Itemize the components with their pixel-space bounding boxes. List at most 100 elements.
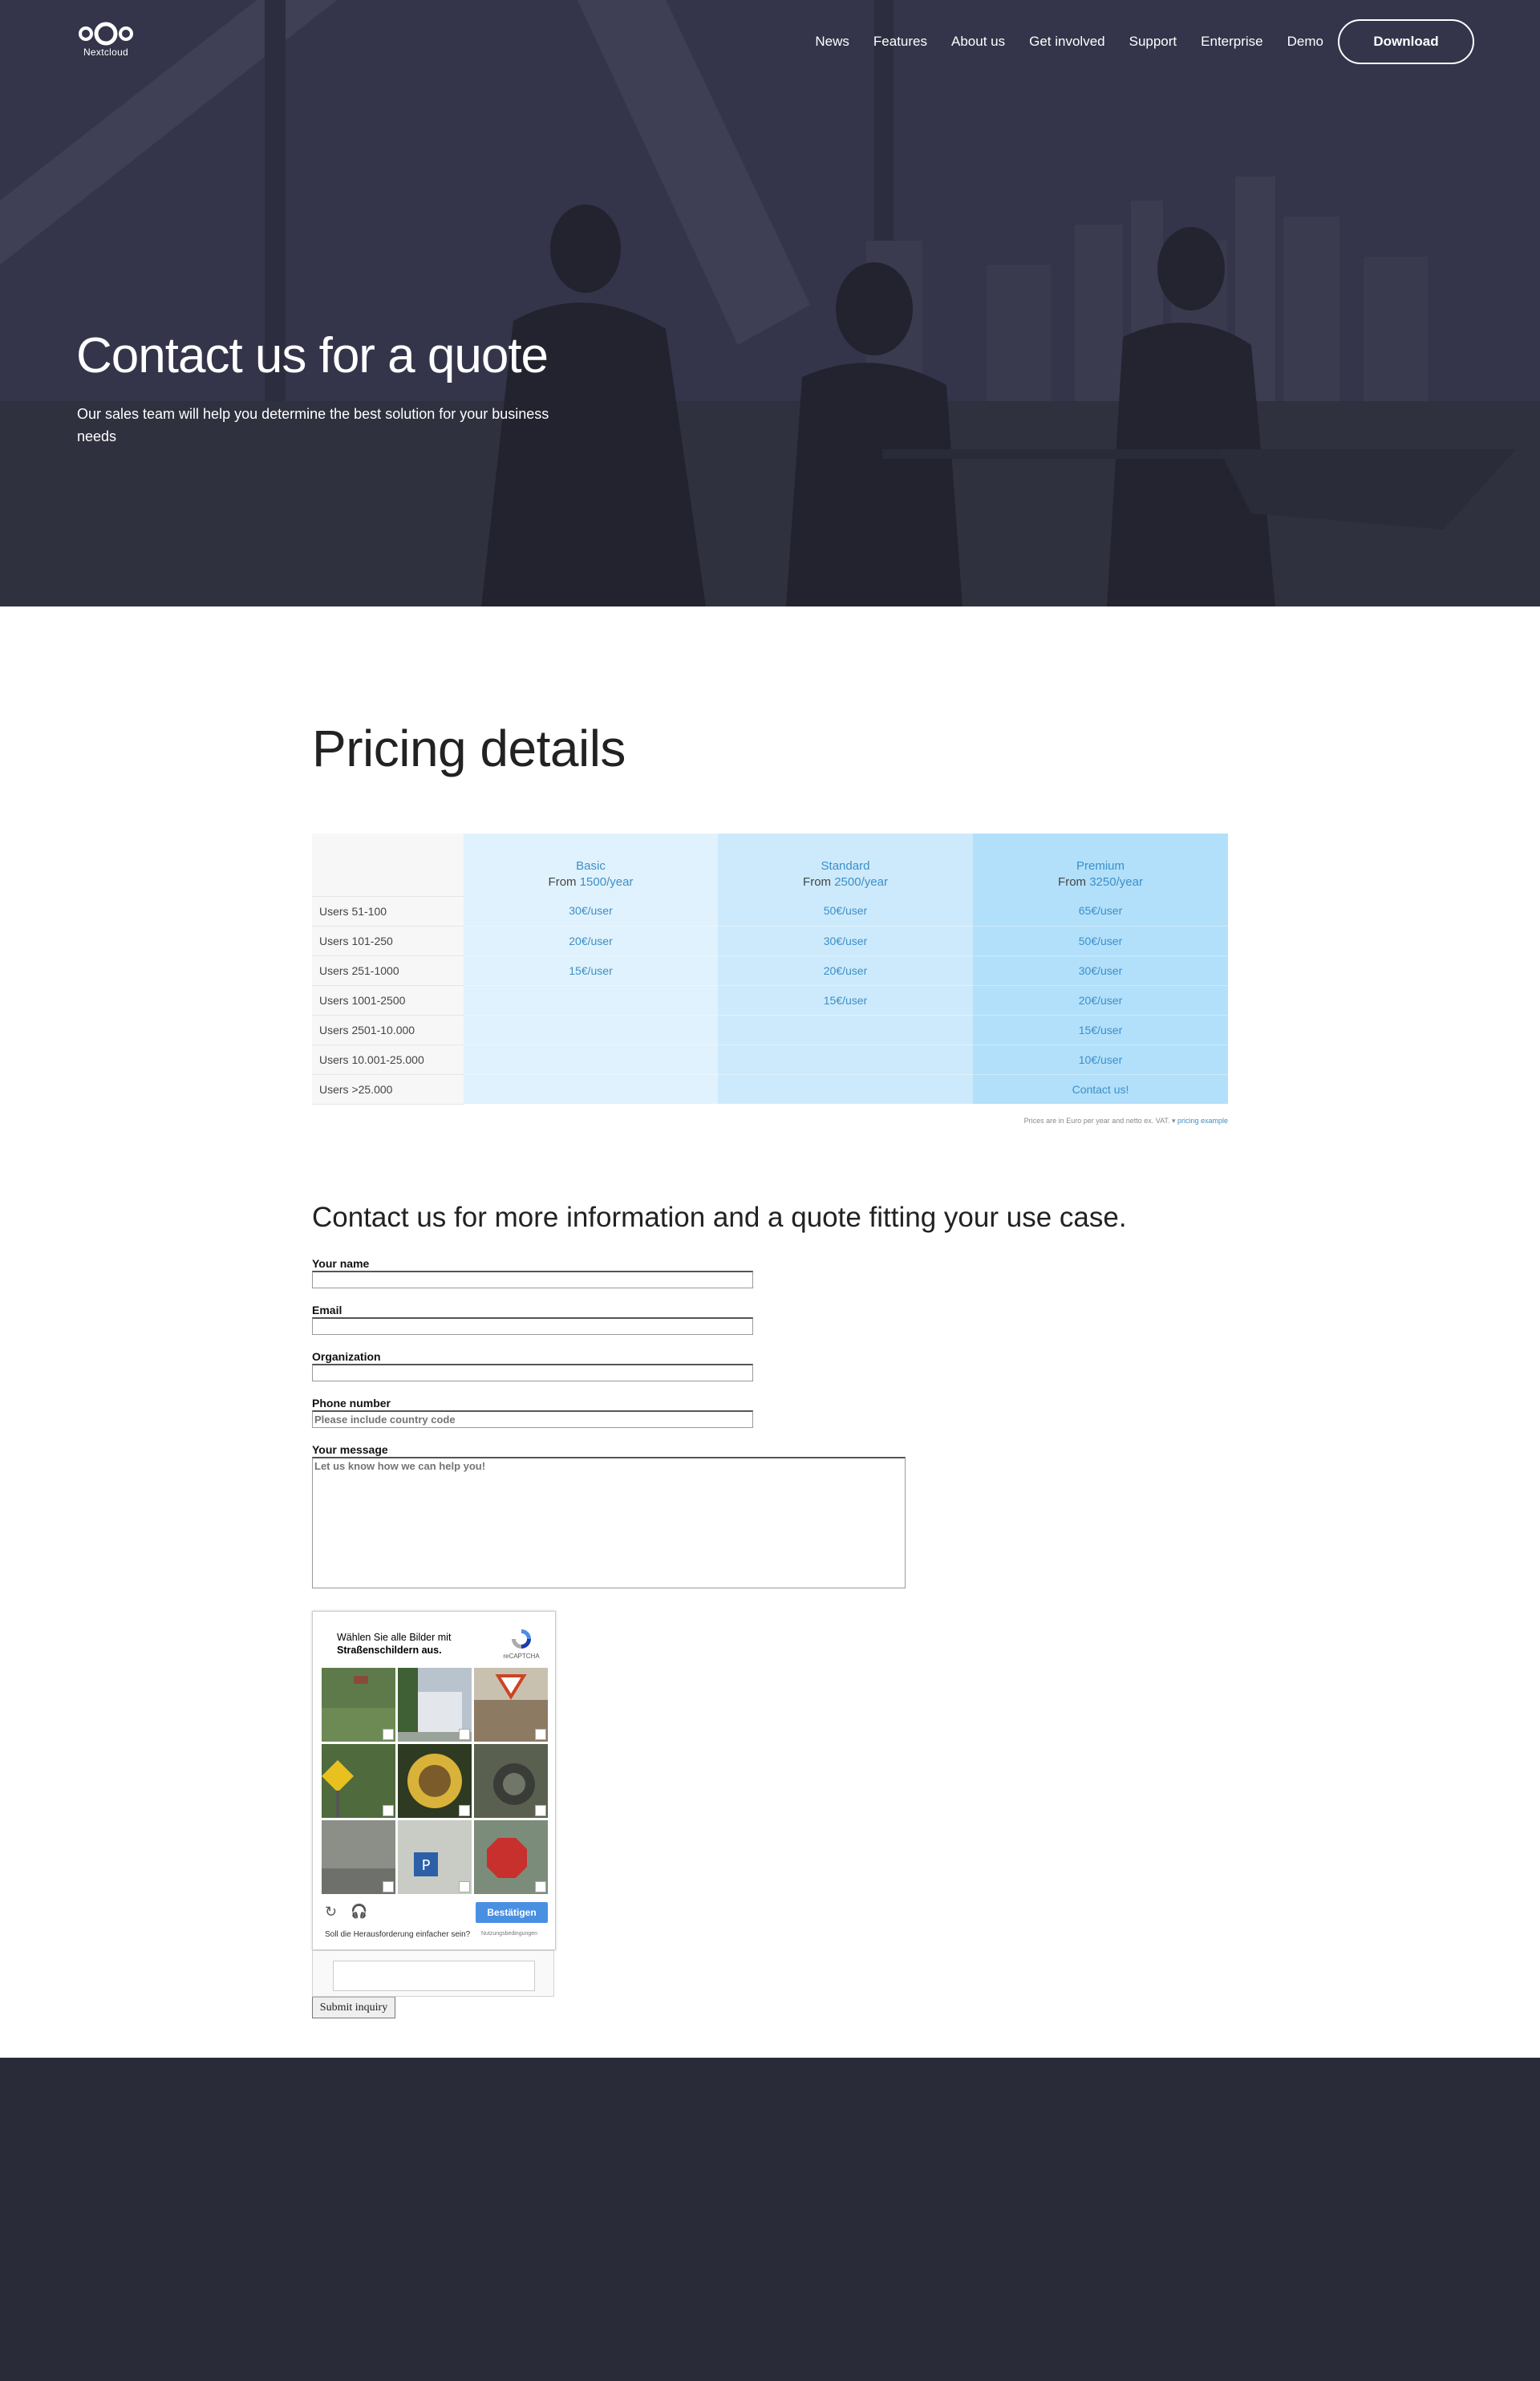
tile-checkbox[interactable] — [535, 1805, 546, 1816]
basic-cell: 20€/user — [464, 926, 718, 956]
nav-about-us[interactable]: About us — [951, 34, 1005, 50]
tile-checkbox[interactable] — [383, 1881, 394, 1892]
table-row: Users 251-1000 15€/user 20€/user 30€/use… — [312, 955, 1228, 986]
row-label: Users >25.000 — [312, 1074, 464, 1105]
basic-cell: 30€/user — [464, 896, 718, 927]
standard-cell: 30€/user — [718, 926, 973, 956]
plan-price: 2500/year — [834, 875, 888, 889]
table-row: Users 2501-10.000 15€/user — [312, 1015, 1228, 1045]
nav-enterprise[interactable]: Enterprise — [1201, 34, 1262, 50]
standard-cell: 50€/user — [718, 896, 973, 927]
tile-checkbox[interactable] — [459, 1805, 470, 1816]
contact-title: Contact us for more information and a qu… — [312, 1202, 1127, 1233]
audio-icon[interactable]: 🎧 — [351, 1904, 367, 1920]
captcha-tile[interactable] — [322, 1668, 395, 1742]
plan-price: 1500/year — [579, 875, 634, 889]
tile-checkbox[interactable] — [535, 1881, 546, 1892]
standard-cell — [718, 1074, 973, 1105]
basic-cell — [464, 1074, 718, 1105]
hero-subtitle: Our sales team will help you determine t… — [77, 406, 549, 444]
table-row: Users >25.000 Contact us! — [312, 1074, 1228, 1105]
plan-premium-header: Premium From 3250/year — [973, 834, 1228, 896]
recaptcha-logo: reCAPTCHA — [503, 1627, 540, 1660]
row-label: Users 1001-2500 — [312, 985, 464, 1016]
captcha-image-grid: P — [322, 1668, 548, 1894]
contact-form: Your name Email Organization Phone numbe… — [312, 1256, 954, 1588]
nav-news[interactable]: News — [815, 34, 849, 50]
premium-cell: 50€/user — [973, 926, 1228, 956]
basic-cell — [464, 1044, 718, 1075]
nav-features[interactable]: Features — [873, 34, 927, 50]
name-field[interactable] — [312, 1271, 753, 1288]
captcha-tile[interactable] — [474, 1820, 548, 1894]
table-row: Users 10.001-25.000 10€/user — [312, 1044, 1228, 1075]
message-field[interactable] — [312, 1457, 906, 1588]
nav-support[interactable]: Support — [1129, 34, 1177, 50]
captcha-confirm-button[interactable]: Bestätigen — [476, 1902, 548, 1923]
hero-background-image — [0, 0, 1540, 606]
main-nav: News Features About us Get involved Supp… — [815, 19, 1474, 64]
download-button[interactable]: Download — [1338, 19, 1474, 64]
premium-cell: 30€/user — [973, 955, 1228, 986]
message-label: Your message — [312, 1443, 388, 1456]
standard-cell — [718, 1044, 973, 1075]
plan-name: Standard — [821, 859, 870, 873]
tile-checkbox[interactable] — [459, 1729, 470, 1740]
tile-checkbox[interactable] — [383, 1729, 394, 1740]
captcha-instruction: Wählen Sie alle Bilder mit Straßenschild… — [337, 1631, 497, 1657]
name-label: Your name — [312, 1257, 370, 1270]
tile-checkbox[interactable] — [459, 1881, 470, 1892]
captcha-tile[interactable] — [398, 1744, 472, 1818]
basic-cell — [464, 985, 718, 1016]
email-field[interactable] — [312, 1317, 753, 1335]
standard-cell: 15€/user — [718, 985, 973, 1016]
captcha-terms-link[interactable]: Nutzungsbedingungen — [481, 1931, 537, 1937]
premium-cell[interactable]: Contact us! — [973, 1074, 1228, 1105]
pricing-header-row: Basic From 1500/year Standard From 2500/… — [312, 834, 1228, 897]
reload-icon[interactable]: ↻ — [325, 1904, 337, 1921]
captcha-tile[interactable] — [322, 1820, 395, 1894]
captcha-easier-link[interactable]: Soll die Herausforderung einfacher sein? — [325, 1930, 470, 1939]
row-label: Users 10.001-25.000 — [312, 1044, 464, 1075]
basic-cell: 15€/user — [464, 955, 718, 986]
captcha-tile[interactable]: P — [398, 1820, 472, 1894]
organization-field[interactable] — [312, 1364, 753, 1381]
captcha-tile[interactable] — [474, 1668, 548, 1742]
table-row: Users 51-100 30€/user 50€/user 65€/user — [312, 896, 1228, 927]
phone-label: Phone number — [312, 1397, 391, 1410]
recaptcha-challenge: Wählen Sie alle Bilder mit Straßenschild… — [312, 1611, 556, 1950]
row-label: Users 251-1000 — [312, 955, 464, 986]
captcha-tile[interactable] — [474, 1744, 548, 1818]
premium-cell: 20€/user — [973, 985, 1228, 1016]
row-label: Users 51-100 — [312, 896, 464, 927]
tile-checkbox[interactable] — [535, 1729, 546, 1740]
basic-cell — [464, 1015, 718, 1045]
recaptcha-brand: reCAPTCHA — [503, 1653, 540, 1660]
nav-demo[interactable]: Demo — [1287, 34, 1323, 50]
price-note-text: Prices are in Euro per year and netto ex… — [1023, 1117, 1172, 1125]
captcha-tile[interactable] — [322, 1744, 395, 1818]
organization-label: Organization — [312, 1350, 381, 1363]
captcha-tile[interactable] — [398, 1668, 472, 1742]
phone-field[interactable] — [312, 1410, 753, 1428]
contact-us-link[interactable]: Contact us! — [1072, 1083, 1129, 1096]
recaptcha-icon — [512, 1629, 531, 1649]
captcha-header: Wählen Sie alle Bilder mit Straßenschild… — [322, 1620, 548, 1669]
table-row: Users 101-250 20€/user 30€/user 50€/user — [312, 926, 1228, 956]
plan-price: 3250/year — [1089, 875, 1143, 889]
pricing-example-link[interactable]: pricing example — [1177, 1117, 1228, 1125]
plan-basic-header: Basic From 1500/year — [464, 834, 718, 896]
nav-get-involved[interactable]: Get involved — [1029, 34, 1105, 50]
tile-checkbox[interactable] — [383, 1805, 394, 1816]
hero-section: Nextcloud News Features About us Get inv… — [0, 0, 1540, 606]
svg-text:P: P — [422, 1857, 431, 1874]
captcha-response-field[interactable] — [333, 1961, 535, 1991]
hero-title: Contact us for a quote — [76, 328, 549, 383]
captcha-footer: ↻ 🎧 Bestätigen — [322, 1900, 548, 1928]
submit-inquiry-button[interactable]: Submit inquiry — [312, 1997, 395, 2018]
caret-down-icon: ▾ — [1171, 1117, 1177, 1125]
premium-cell: 65€/user — [973, 896, 1228, 927]
plan-name: Premium — [1076, 859, 1125, 873]
table-row: Users 1001-2500 15€/user 20€/user — [312, 985, 1228, 1016]
standard-cell: 20€/user — [718, 955, 973, 986]
